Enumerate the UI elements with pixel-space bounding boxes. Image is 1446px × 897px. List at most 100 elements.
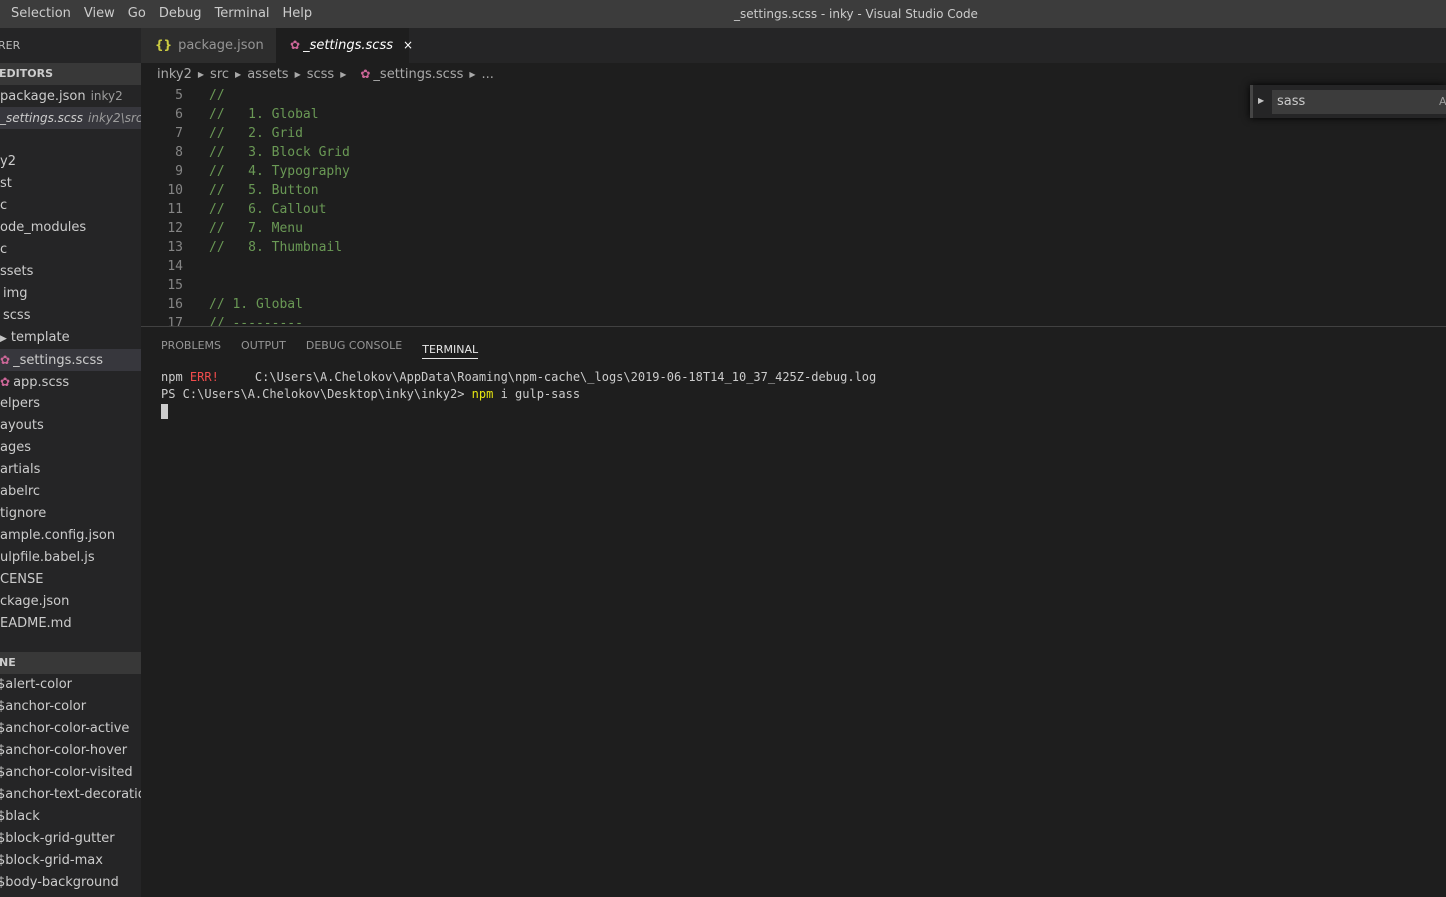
tree-item-label: ages: [0, 440, 31, 455]
outline-item[interactable]: $anchor-color-active: [0, 718, 141, 740]
code-line: 8 // 3. Block Grid: [141, 143, 350, 162]
outline-item[interactable]: $black: [0, 806, 141, 828]
tree-item[interactable]: ckage.json: [0, 591, 141, 613]
tree-item[interactable]: y2: [0, 151, 141, 173]
tree-item-label: tignore: [0, 506, 47, 521]
outline-item[interactable]: $block-grid-max: [0, 850, 141, 872]
outline-item[interactable]: $anchor-color-visited: [0, 762, 141, 784]
tab-debug-console[interactable]: DEBUG CONSOLE: [306, 327, 402, 362]
outline-item[interactable]: $anchor-color-hover: [0, 740, 141, 762]
code-line: 11 // 6. Callout: [141, 200, 326, 219]
panel-tabs: PROBLEMS OUTPUT DEBUG CONSOLE TERMINAL: [141, 327, 498, 362]
code-line: 14: [141, 257, 209, 276]
tree-item[interactable]: elpers: [0, 393, 141, 415]
outline-item[interactable]: $alert-color: [0, 674, 141, 696]
explorer-sidebar: RER EDITORS package.json inky2 _settings.…: [0, 28, 141, 897]
tree-item[interactable]: st: [0, 173, 141, 195]
open-editor-package-json[interactable]: package.json inky2: [0, 85, 141, 107]
tree-item[interactable]: abelrc: [0, 481, 141, 503]
tree-item[interactable]: ulpfile.babel.js: [0, 547, 141, 569]
tree-item-label: ulpfile.babel.js: [0, 550, 95, 565]
close-icon[interactable]: ×: [403, 38, 413, 52]
code-line: 12 // 7. Menu: [141, 219, 303, 238]
tree-item[interactable]: ✿ _settings.scss: [0, 349, 141, 371]
outline-item-label: anchor-color: [5, 699, 87, 714]
tab-label: _settings.scss: [303, 38, 394, 53]
open-editor-name: _settings.scss: [0, 111, 84, 125]
match-case-toggle[interactable]: Aa: [1439, 95, 1446, 108]
code-line: 6 // 1. Global: [141, 105, 318, 124]
chevron-right-icon: ▶: [235, 69, 242, 79]
outline-item[interactable]: $block-grid-gutter: [0, 828, 141, 850]
tab-problems[interactable]: PROBLEMS: [161, 327, 221, 362]
tree-item[interactable]: CENSE: [0, 569, 141, 591]
tab-terminal[interactable]: TERMINAL: [422, 330, 479, 359]
code-text: // 8. Thumbnail: [209, 240, 343, 255]
code-text: // ---------: [209, 316, 303, 326]
breadcrumb-item[interactable]: src: [210, 67, 229, 82]
line-number: 13: [167, 240, 183, 255]
breadcrumb-item[interactable]: scss: [307, 67, 334, 82]
line-number: 17: [167, 316, 183, 326]
code-text: // 5. Button: [209, 183, 319, 198]
sass-file-icon: ✿: [0, 353, 11, 367]
open-editor-settings-scss[interactable]: _settings.scss inky2\src\...: [0, 107, 141, 129]
outline-item-label: anchor-text-decoration: [5, 787, 141, 802]
terminal-text: npm: [161, 370, 190, 384]
outline-item-label: block-grid-max: [5, 853, 103, 868]
tree-item-label: c: [0, 198, 8, 213]
tree-item[interactable]: tignore: [0, 503, 141, 525]
outline-item[interactable]: $body-background: [0, 872, 141, 894]
breadcrumb-item[interactable]: assets: [247, 67, 288, 82]
code-text: // 4. Typography: [209, 164, 350, 179]
tree-item[interactable]: ages: [0, 437, 141, 459]
find-input[interactable]: sass: [1272, 90, 1446, 114]
code-editor[interactable]: 5 // 6 // 1. Global 7 // 2. Grid 8 // 3. Block …: [141, 85, 1446, 326]
tree-item[interactable]: img: [0, 283, 141, 305]
tree-item[interactable]: EADME.md: [0, 613, 141, 635]
tree-item[interactable]: ample.config.json: [0, 525, 141, 547]
tree-item-label: img: [3, 286, 28, 301]
terminal-command: npm: [471, 387, 494, 401]
tree-item[interactable]: ode_modules: [0, 217, 141, 239]
code-text: // 7. Menu: [209, 221, 303, 236]
tree-item[interactable]: c: [0, 239, 141, 261]
outline-section[interactable]: NE: [0, 652, 141, 674]
outline-item-label: anchor-color-visited: [5, 765, 133, 780]
terminal-output[interactable]: npm ERR! C:\Users\A.Chelokov\AppData\Roa…: [161, 369, 876, 420]
tree-item-label: c: [0, 242, 8, 257]
open-editors-section[interactable]: EDITORS: [0, 63, 141, 85]
tab-settings-scss[interactable]: ✿ _settings.scss ×: [276, 28, 413, 63]
breadcrumb-item[interactable]: inky2: [157, 67, 192, 82]
tree-item-label: y2: [0, 154, 16, 169]
tree-item-label: _settings.scss: [13, 353, 104, 368]
outline-item[interactable]: $anchor-text-decoration: [0, 784, 141, 806]
line-number: 12: [167, 221, 183, 236]
terminal-prompt: PS C:\Users\A.Chelokov\Desktop\inky\inky…: [161, 387, 472, 401]
code-text: // 3. Block Grid: [209, 145, 350, 160]
tree-item-label: ayouts: [0, 418, 44, 433]
outline-item[interactable]: $anchor-color: [0, 696, 141, 718]
tree-item[interactable]: c: [0, 195, 141, 217]
terminal-cursor: [161, 404, 168, 419]
tree-item-label: template: [10, 330, 70, 345]
chevron-right-icon[interactable]: ▶: [1258, 96, 1264, 105]
open-editor-desc: inky2: [90, 89, 123, 103]
chevron-right-icon: ▶: [0, 334, 7, 344]
tree-item[interactable]: ✿ app.scss: [0, 371, 141, 393]
breadcrumb-item[interactable]: _settings.scss: [373, 67, 463, 82]
tree-item[interactable]: artials: [0, 459, 141, 481]
tree-item[interactable]: ▶ template: [0, 327, 141, 349]
tree-item[interactable]: ssets: [0, 261, 141, 283]
tab-package-json[interactable]: {} package.json: [141, 28, 276, 63]
tree-item-label: ssets: [0, 264, 34, 279]
tree-item[interactable]: ayouts: [0, 415, 141, 437]
chevron-right-icon: ▶: [340, 69, 347, 79]
tree-item-label: app.scss: [13, 375, 70, 390]
tree-item[interactable]: scss: [0, 305, 141, 327]
code-text: // 2. Grid: [209, 126, 303, 141]
open-editor-desc: inky2\src\...: [88, 111, 141, 125]
tab-output[interactable]: OUTPUT: [241, 327, 286, 362]
line-number: 15: [167, 278, 183, 293]
breadcrumb-item[interactable]: ...: [482, 67, 494, 82]
